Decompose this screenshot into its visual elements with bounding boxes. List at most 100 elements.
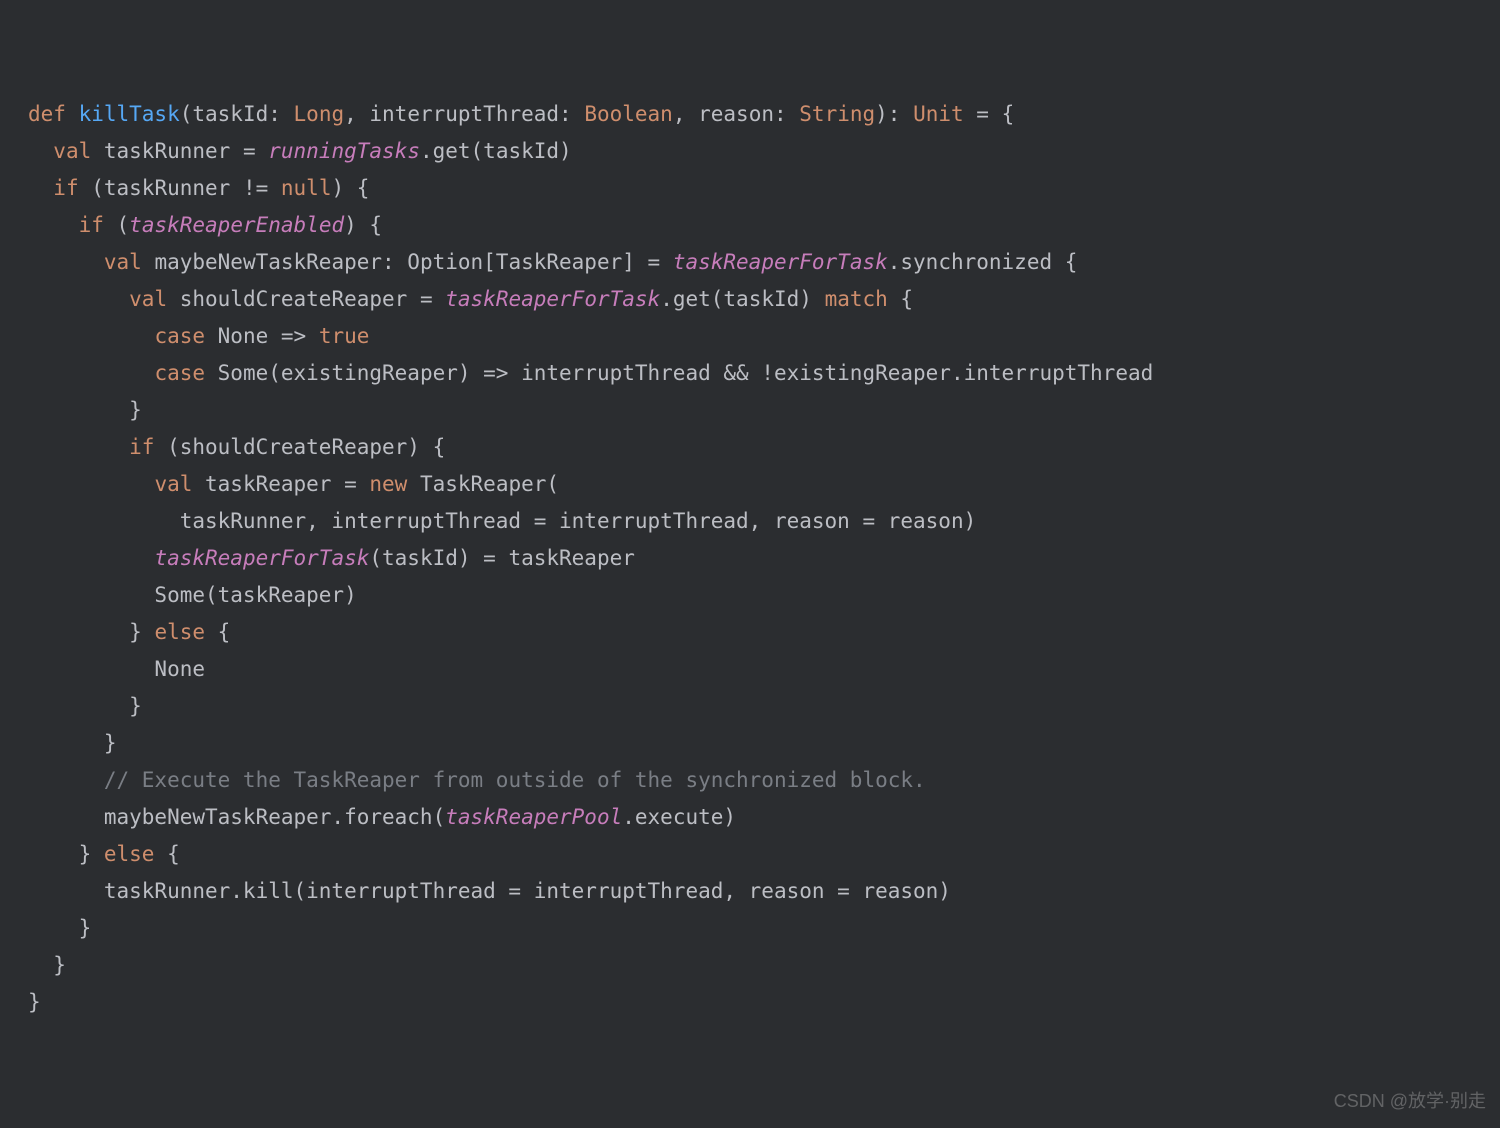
code-line[interactable]: maybeNewTaskReaper.foreach(taskReaperPoo… <box>28 799 1500 836</box>
code-line[interactable]: val maybeNewTaskReaper: Option[TaskReape… <box>28 244 1500 281</box>
code-token: true <box>319 324 370 348</box>
code-token: ) { <box>344 213 382 237</box>
code-token <box>28 472 154 496</box>
code-token: taskReaperForTask <box>154 546 369 570</box>
code-token: maybeNewTaskReaper: Option[TaskReaper] = <box>154 250 672 274</box>
code-token: taskReaper = <box>205 472 369 496</box>
code-token: TaskReaper( <box>420 472 559 496</box>
code-token: else <box>154 620 217 644</box>
code-token: } <box>28 398 142 422</box>
code-token: maybeNewTaskReaper.foreach( <box>28 805 445 829</box>
code-token: , reason: <box>673 102 799 126</box>
code-line[interactable]: } <box>28 392 1500 429</box>
code-token: } <box>28 842 104 866</box>
code-line[interactable]: if (taskReaperEnabled) { <box>28 207 1500 244</box>
code-line[interactable]: val shouldCreateReaper = taskReaperForTa… <box>28 281 1500 318</box>
code-token <box>28 139 53 163</box>
code-token: } <box>28 916 91 940</box>
code-line[interactable]: } <box>28 910 1500 947</box>
code-token: (shouldCreateReaper) { <box>167 435 445 459</box>
code-line[interactable]: val taskReaper = new TaskReaper( <box>28 466 1500 503</box>
code-token: val <box>53 139 104 163</box>
code-token: Long <box>294 102 345 126</box>
code-token <box>28 287 129 311</box>
code-token: String <box>799 102 875 126</box>
code-area[interactable]: def killTask(taskId: Long, interruptThre… <box>28 96 1500 1021</box>
code-token: (taskRunner != <box>91 176 281 200</box>
code-token: None => <box>218 324 319 348</box>
code-token: else <box>104 842 167 866</box>
code-line[interactable]: def killTask(taskId: Long, interruptThre… <box>28 96 1500 133</box>
code-line[interactable]: case Some(existingReaper) => interruptTh… <box>28 355 1500 392</box>
code-token <box>28 250 104 274</box>
code-token: if <box>79 213 117 237</box>
code-line[interactable]: } <box>28 688 1500 725</box>
code-token: val <box>154 472 205 496</box>
code-token: } <box>28 620 154 644</box>
code-token: new <box>369 472 420 496</box>
code-line[interactable]: // Execute the TaskReaper from outside o… <box>28 762 1500 799</box>
code-token: } <box>28 953 66 977</box>
code-token: } <box>28 731 117 755</box>
code-token: { <box>167 842 180 866</box>
code-token: if <box>129 435 167 459</box>
code-token: (taskId: <box>180 102 294 126</box>
code-token: None <box>28 657 205 681</box>
code-token: .execute) <box>622 805 736 829</box>
code-token <box>28 176 53 200</box>
code-token: ) { <box>331 176 369 200</box>
code-token: } <box>28 990 41 1014</box>
code-line[interactable]: } <box>28 947 1500 984</box>
code-line[interactable]: taskReaperForTask(taskId) = taskReaper <box>28 540 1500 577</box>
code-token: taskReaperEnabled <box>129 213 344 237</box>
code-line[interactable]: } <box>28 725 1500 762</box>
code-token: Unit <box>913 102 964 126</box>
code-token: // Execute the TaskReaper from outside o… <box>104 768 926 792</box>
code-token: ( <box>117 213 130 237</box>
code-token: .get(taskId) <box>660 287 824 311</box>
code-token: .get(taskId) <box>420 139 572 163</box>
code-line[interactable]: if (shouldCreateReaper) { <box>28 429 1500 466</box>
code-token: def <box>28 102 79 126</box>
code-token: Boolean <box>584 102 673 126</box>
code-token: Some(existingReaper) => interruptThread … <box>218 361 1154 385</box>
code-token: taskRunner = <box>104 139 268 163</box>
code-token: killTask <box>79 102 180 126</box>
code-line[interactable]: } else { <box>28 614 1500 651</box>
code-token: case <box>154 324 217 348</box>
code-line[interactable]: Some(taskReaper) <box>28 577 1500 614</box>
code-token <box>28 361 154 385</box>
code-line[interactable]: None <box>28 651 1500 688</box>
code-token: = { <box>964 102 1015 126</box>
code-editor[interactable]: def killTask(taskId: Long, interruptThre… <box>0 0 1500 1058</box>
code-token: taskReaperForTask <box>445 287 660 311</box>
code-token <box>28 435 129 459</box>
code-token <box>28 546 154 570</box>
code-token: shouldCreateReaper = <box>180 287 446 311</box>
code-token: (taskId) = taskReaper <box>369 546 635 570</box>
code-token: .synchronized { <box>888 250 1078 274</box>
code-token: case <box>154 361 217 385</box>
code-token <box>28 324 154 348</box>
watermark-text: CSDN @放学·别走 <box>1334 1083 1486 1120</box>
code-line[interactable]: val taskRunner = runningTasks.get(taskId… <box>28 133 1500 170</box>
code-token: runningTasks <box>268 139 420 163</box>
code-token: taskReaperPool <box>445 805 622 829</box>
code-token: val <box>104 250 155 274</box>
code-token: val <box>129 287 180 311</box>
code-token: ): <box>875 102 913 126</box>
code-token: { <box>900 287 913 311</box>
code-token <box>28 768 104 792</box>
code-line[interactable]: case None => true <box>28 318 1500 355</box>
code-line[interactable]: } else { <box>28 836 1500 873</box>
code-token: if <box>53 176 91 200</box>
code-token: match <box>825 287 901 311</box>
code-line[interactable]: } <box>28 984 1500 1021</box>
code-token: , interruptThread: <box>344 102 584 126</box>
code-line[interactable]: taskRunner.kill(interruptThread = interr… <box>28 873 1500 910</box>
code-token: null <box>281 176 332 200</box>
code-token: taskRunner.kill(interruptThread = interr… <box>28 879 951 903</box>
code-token: taskReaperForTask <box>673 250 888 274</box>
code-line[interactable]: taskRunner, interruptThread = interruptT… <box>28 503 1500 540</box>
code-line[interactable]: if (taskRunner != null) { <box>28 170 1500 207</box>
